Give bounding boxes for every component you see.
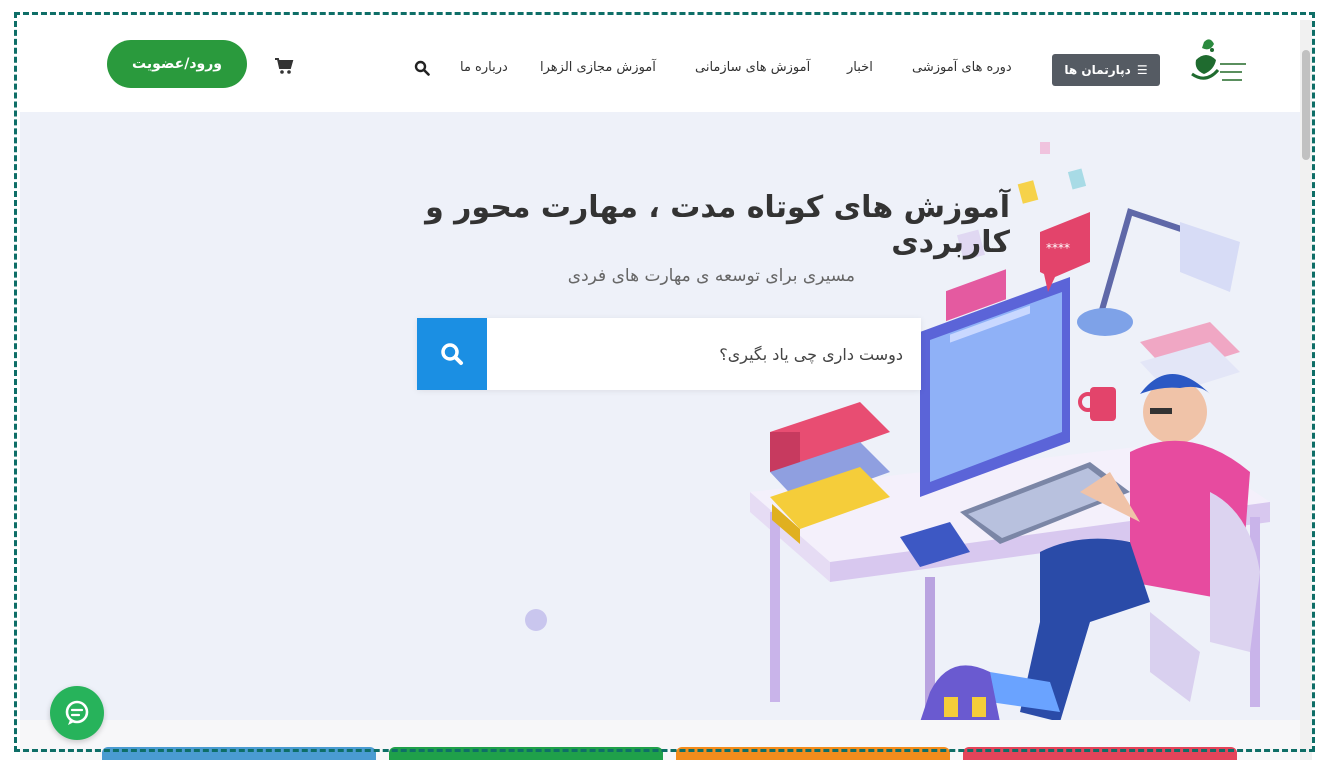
hero-search-button[interactable] — [417, 318, 487, 390]
chat-button[interactable] — [50, 686, 104, 740]
hero-search-input[interactable] — [487, 318, 921, 390]
svg-text:****: **** — [1046, 241, 1070, 255]
web-page: ☰ دپارتمان ها دوره های آموزشی اخبار آموز… — [20, 20, 1312, 760]
nav-about-us[interactable]: درباره ما — [460, 60, 508, 75]
departments-label: دپارتمان ها — [1064, 63, 1131, 77]
page-scrollbar[interactable] — [1300, 20, 1312, 760]
site-header: ☰ دپارتمان ها دوره های آموزشی اخبار آموز… — [20, 20, 1312, 112]
scrollbar-thumb[interactable] — [1302, 50, 1310, 160]
hero-subtitle: مسیری برای توسعه ی مهارت های فردی — [567, 266, 855, 286]
departments-button[interactable]: ☰ دپارتمان ها — [1052, 54, 1160, 86]
nav-courses[interactable]: دوره های آموزشی — [912, 60, 1012, 75]
search-icon — [441, 343, 463, 365]
site-logo[interactable] — [1182, 34, 1254, 96]
course-card-4[interactable] — [963, 747, 1237, 760]
decorative-dot — [525, 609, 547, 631]
hero-title: آموزش های کوتاه مدت ، مهارت محور و کاربر… — [425, 190, 1010, 260]
course-card-3[interactable] — [676, 747, 950, 760]
course-card-1[interactable] — [102, 747, 376, 760]
hero-search — [417, 318, 921, 390]
nav-news[interactable]: اخبار — [847, 60, 873, 75]
login-register-button[interactable]: ورود/عضویت — [107, 40, 247, 88]
screenshot-frame: ☰ دپارتمان ها دوره های آموزشی اخبار آموز… — [0, 0, 1329, 760]
course-card-2[interactable] — [389, 747, 663, 760]
nav-corporate-training[interactable]: آموزش های سازمانی — [695, 60, 810, 75]
cart-icon[interactable] — [274, 57, 294, 75]
hamburger-icon: ☰ — [1136, 63, 1148, 77]
search-icon[interactable] — [414, 60, 430, 76]
nav-alzahra-virtual[interactable]: آموزش مجازی الزهرا — [540, 60, 656, 75]
chat-icon — [65, 700, 89, 725]
